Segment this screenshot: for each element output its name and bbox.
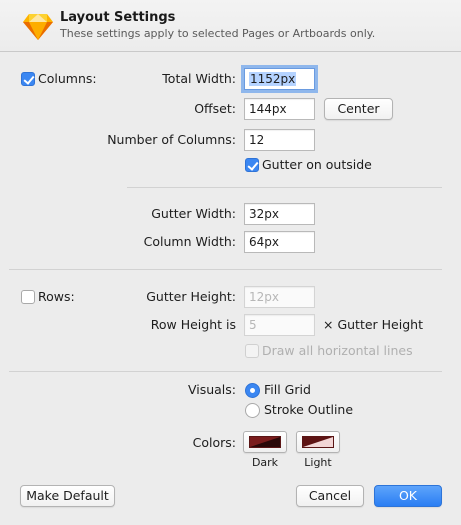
light-color-preview — [302, 436, 334, 448]
visuals-label: Visuals: — [187, 382, 236, 397]
gutter-width-field[interactable]: 32px — [244, 203, 315, 225]
column-width-label: Column Width: — [143, 234, 236, 249]
gutter-outside-checkbox[interactable] — [245, 158, 259, 172]
sketch-logo-icon — [23, 14, 53, 40]
light-swatch-label: Light — [304, 456, 332, 469]
number-of-columns-label: Number of Columns: — [107, 132, 236, 147]
make-default-button[interactable]: Make Default — [20, 485, 115, 507]
gutter-outside-label: Gutter on outside — [262, 157, 372, 172]
offset-label: Offset: — [194, 101, 236, 116]
fill-grid-radio[interactable] — [245, 383, 260, 398]
colors-label: Colors: — [192, 435, 236, 450]
cancel-button[interactable]: Cancel — [296, 485, 364, 507]
total-width-label: Total Width: — [162, 71, 236, 86]
row-height-field[interactable]: 5 — [244, 314, 315, 336]
settings-panel: Columns: Total Width: 1152px Offset: 144… — [0, 53, 461, 525]
gutter-height-label: Gutter Height: — [146, 289, 236, 304]
columns-checkbox[interactable] — [21, 72, 35, 86]
draw-lines-checkbox[interactable] — [245, 344, 259, 358]
columns-label: Columns: — [38, 71, 97, 86]
columns-divider — [127, 187, 442, 188]
stroke-outline-label: Stroke Outline — [264, 402, 354, 417]
center-button[interactable]: Center — [324, 98, 393, 120]
dark-swatch-label: Dark — [251, 456, 279, 469]
column-width-field[interactable]: 64px — [244, 231, 315, 253]
light-color-swatch[interactable] — [296, 431, 340, 453]
number-of-columns-field[interactable]: 12 — [244, 129, 315, 151]
total-width-value: 1152px — [249, 72, 297, 86]
ok-button[interactable]: OK — [374, 485, 442, 507]
offset-field[interactable]: 144px — [244, 98, 315, 120]
draw-lines-label: Draw all horizontal lines — [262, 343, 413, 358]
gutter-width-label: Gutter Width: — [151, 206, 236, 221]
fill-grid-label: Fill Grid — [264, 382, 311, 397]
total-width-field[interactable]: 1152px — [244, 68, 315, 90]
section-divider-rows-visuals — [9, 371, 442, 372]
row-height-label: Row Height is — [150, 317, 236, 332]
dark-color-preview — [249, 436, 281, 448]
dialog-header: Layout Settings These settings apply to … — [0, 0, 461, 52]
rows-label: Rows: — [38, 289, 75, 304]
dialog-subtitle: These settings apply to selected Pages o… — [60, 27, 376, 40]
stroke-outline-radio[interactable] — [245, 403, 260, 418]
dialog-title: Layout Settings — [60, 10, 176, 25]
rows-checkbox[interactable] — [21, 290, 35, 304]
dark-color-swatch[interactable] — [243, 431, 287, 453]
row-height-suffix: × Gutter Height — [323, 317, 423, 332]
section-divider-columns-rows — [9, 269, 442, 270]
gutter-height-field[interactable]: 12px — [244, 286, 315, 308]
